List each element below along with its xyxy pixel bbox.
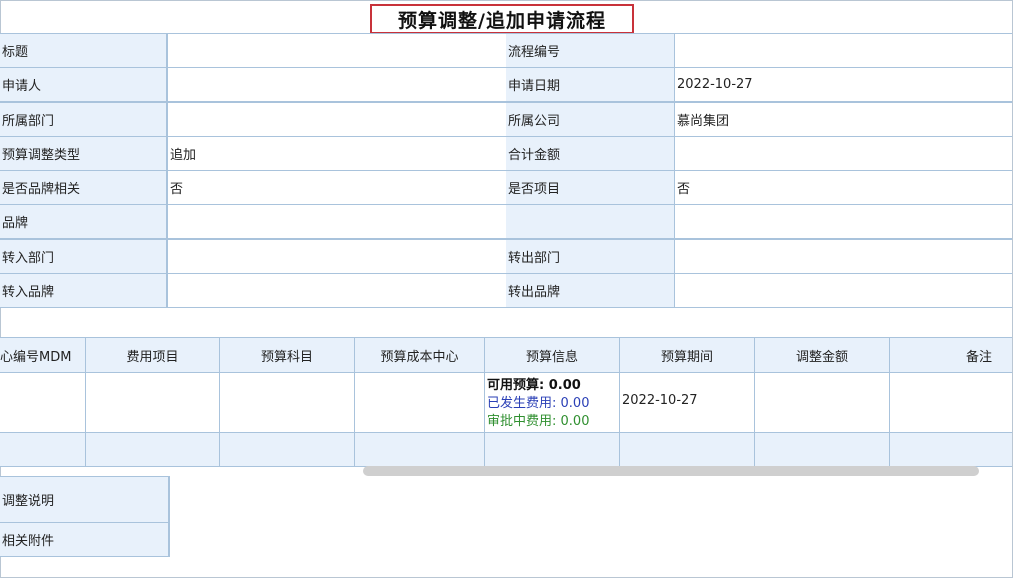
apply-date-field[interactable]: 2022-10-27 [675, 68, 1012, 101]
transfer-in-brand-field[interactable] [168, 274, 506, 307]
pending-expense-label: 审批中费用: [487, 414, 557, 429]
form-row-transfer-in-brand: 转入品牌 转出品牌 [0, 274, 1012, 308]
used-expense-value: 0.00 [560, 396, 590, 411]
form-row-applicant: 申请人 申请日期 2022-10-27 [0, 68, 1012, 103]
header-adjust-amount: 调整金额 [755, 338, 890, 372]
main-form: 标题 流程编号 申请人 申请日期 2022-10-27 所属部门 所属公司 慕尚… [0, 33, 1012, 308]
label-apply-date: 申请日期 [506, 68, 675, 101]
bottom-section: 调整说明 相关附件 [0, 476, 170, 557]
label-applicant: 申请人 [0, 68, 168, 101]
label-brand-related: 是否品牌相关 [0, 171, 168, 204]
label-attachment: 相关附件 [0, 523, 170, 557]
total-amount-field [675, 137, 1012, 170]
horizontal-scrollbar[interactable] [363, 466, 979, 476]
available-budget-label: 可用预算: [487, 378, 545, 393]
is-project-field[interactable]: 否 [675, 171, 1012, 204]
budget-period-cell[interactable]: 2022-10-27 [620, 373, 755, 432]
form-row-brand-related: 是否品牌相关 否 是否项目 否 [0, 171, 1012, 205]
label-adjust-type: 预算调整类型 [0, 137, 168, 170]
header-cost-center: 预算成本中心 [355, 338, 485, 372]
empty-cell [355, 433, 485, 466]
header-mdm: 心编号MDM [0, 338, 86, 372]
transfer-out-dept-field[interactable] [675, 240, 1012, 273]
header-remark: 备注 [965, 349, 992, 365]
transfer-out-brand-field[interactable] [675, 274, 1012, 307]
form-row-adjust-type: 预算调整类型 追加 合计金额 [0, 137, 1012, 171]
available-budget-value: 0.00 [548, 378, 581, 393]
transfer-in-dept-field[interactable] [168, 240, 506, 273]
brand-field[interactable] [168, 205, 506, 238]
empty-cell [220, 433, 355, 466]
department-field[interactable] [168, 103, 506, 136]
applicant-field[interactable] [168, 68, 506, 101]
brand-related-field[interactable]: 否 [168, 171, 506, 204]
pending-expense: 审批中费用: 0.00 [487, 413, 589, 431]
label-department: 所属部门 [0, 103, 168, 136]
empty-cell [0, 433, 86, 466]
empty-cell [620, 433, 755, 466]
label-transfer-in-brand: 转入品牌 [0, 274, 168, 307]
adjust-amount-cell[interactable] [755, 373, 890, 432]
label-company: 所属公司 [506, 103, 675, 136]
empty-label-cell [506, 205, 675, 238]
empty-cell [755, 433, 890, 466]
table-row: 可用预算: 0.00 已发生费用: 0.00 审批中费用: 0.00 2022-… [0, 373, 1012, 433]
label-is-project: 是否项目 [506, 171, 675, 204]
label-adjust-note: 调整说明 [0, 477, 170, 523]
table-header-row: 心编号MDM 费用项目 预算科目 预算成本中心 预算信息 预算期间 调整金额 备… [0, 337, 1012, 373]
header-budget-period: 预算期间 [620, 338, 755, 372]
detail-table: 心编号MDM 费用项目 预算科目 预算成本中心 预算信息 预算期间 调整金额 备… [0, 337, 1012, 467]
table-empty-row [0, 433, 1012, 467]
form-row-department: 所属部门 所属公司 慕尚集团 [0, 103, 1012, 137]
header-expense-item: 费用项目 [86, 338, 220, 372]
empty-cell [86, 433, 220, 466]
label-transfer-in-dept: 转入部门 [0, 240, 168, 273]
empty-cell [890, 433, 1012, 466]
budget-info-cell: 可用预算: 0.00 已发生费用: 0.00 审批中费用: 0.00 [485, 373, 620, 432]
empty-cell [485, 433, 620, 466]
company-field[interactable]: 慕尚集团 [675, 103, 1012, 136]
header-budget-info: 预算信息 [485, 338, 620, 372]
cost-center-cell[interactable] [355, 373, 485, 432]
pending-expense-value: 0.00 [560, 414, 590, 429]
budget-subject-cell[interactable] [220, 373, 355, 432]
expense-item-cell[interactable] [86, 373, 220, 432]
flow-number-field [675, 34, 1012, 67]
form-row-title: 标题 流程编号 [0, 34, 1012, 68]
page-title: 预算调整/追加申请流程 [370, 4, 634, 34]
mdm-cell[interactable] [0, 373, 86, 432]
header-budget-subject: 预算科目 [220, 338, 355, 372]
remark-cell[interactable] [890, 373, 1012, 432]
label-transfer-out-dept: 转出部门 [506, 240, 675, 273]
used-expense-label: 已发生费用: [487, 396, 557, 411]
empty-value-cell [675, 205, 1012, 238]
label-brand: 品牌 [0, 205, 168, 238]
adjust-type-field[interactable]: 追加 [168, 137, 506, 170]
label-flow-number: 流程编号 [506, 34, 675, 67]
label-transfer-out-brand: 转出品牌 [506, 274, 675, 307]
available-budget: 可用预算: 0.00 [487, 377, 581, 395]
form-row-brand: 品牌 [0, 205, 1012, 240]
form-row-transfer-in-dept: 转入部门 转出部门 [0, 240, 1012, 274]
title-field[interactable] [168, 34, 506, 67]
label-total-amount: 合计金额 [506, 137, 675, 170]
label-title: 标题 [0, 34, 168, 67]
used-expense: 已发生费用: 0.00 [487, 395, 589, 413]
